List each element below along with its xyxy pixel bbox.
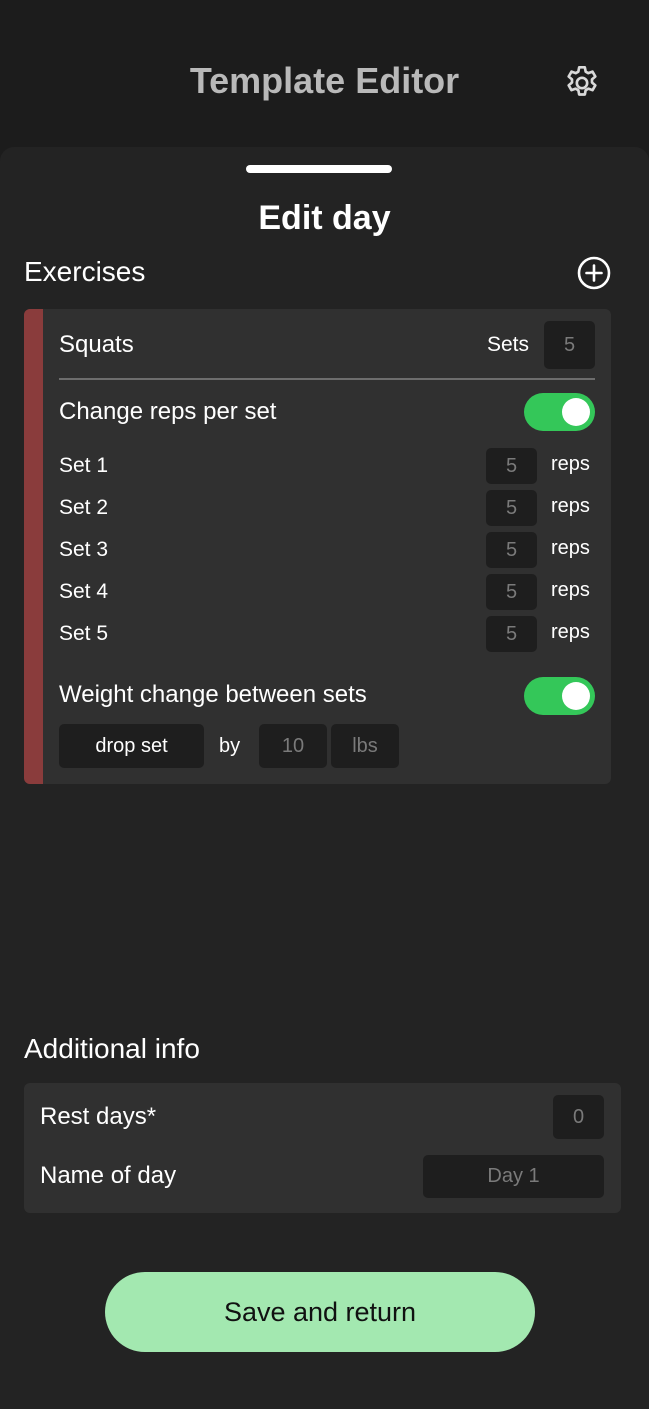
exercise-card: Squats Sets 5 Change reps per set Set 1 … [24,309,611,784]
drag-handle[interactable] [246,165,392,173]
name-of-day-input[interactable]: Day 1 [423,1155,604,1198]
set-label: Set 1 [59,454,109,477]
gear-icon[interactable] [562,63,602,103]
set-label: Set 3 [59,538,109,561]
divider [59,378,595,380]
set-reps-input[interactable]: 5 [486,490,537,526]
exercise-name: Squats [59,331,134,358]
weight-change-label: Weight change between sets [59,681,367,708]
set-label: Set 4 [59,580,109,603]
weight-mode-select[interactable]: drop set [59,724,204,768]
reps-unit-label: reps [551,537,590,559]
set-label: Set 2 [59,496,109,519]
reps-unit-label: reps [551,495,590,517]
set-reps-input[interactable]: 5 [486,448,537,484]
exercise-color-stripe [24,309,43,784]
weight-unit-select[interactable]: lbs [331,724,399,768]
weight-change-toggle[interactable] [524,677,595,715]
reps-unit-label: reps [551,579,590,601]
sets-count-input[interactable]: 5 [544,321,595,369]
exercises-heading: Exercises [24,256,146,287]
edit-day-sheet: Edit day Exercises Squats Sets 5 Change … [0,147,649,1409]
reps-unit-label: reps [551,453,590,475]
sets-label: Sets [487,333,530,356]
additional-info-heading: Additional info [24,1033,200,1064]
page-title: Template Editor [189,60,460,101]
set-reps-input[interactable]: 5 [486,616,537,652]
change-reps-toggle[interactable] [524,393,595,431]
toggle-knob [562,682,590,710]
rest-days-label: Rest days* [40,1103,157,1130]
save-and-return-button[interactable]: Save and return [105,1272,535,1352]
weight-amount-input[interactable]: 10 [259,724,327,768]
set-reps-input[interactable]: 5 [486,574,537,610]
reps-unit-label: reps [551,621,590,643]
rest-days-input[interactable]: 0 [553,1095,604,1139]
app-header: Template Editor [0,0,649,150]
by-label: by [219,735,241,757]
plus-circle-icon[interactable] [576,255,612,291]
set-label: Set 5 [59,622,109,645]
toggle-knob [562,398,590,426]
sheet-title: Edit day [258,199,391,237]
name-of-day-label: Name of day [40,1162,177,1189]
set-reps-input[interactable]: 5 [486,532,537,568]
change-reps-label: Change reps per set [59,398,277,425]
additional-info-card: Rest days* 0 Name of day Day 1 [24,1083,621,1213]
